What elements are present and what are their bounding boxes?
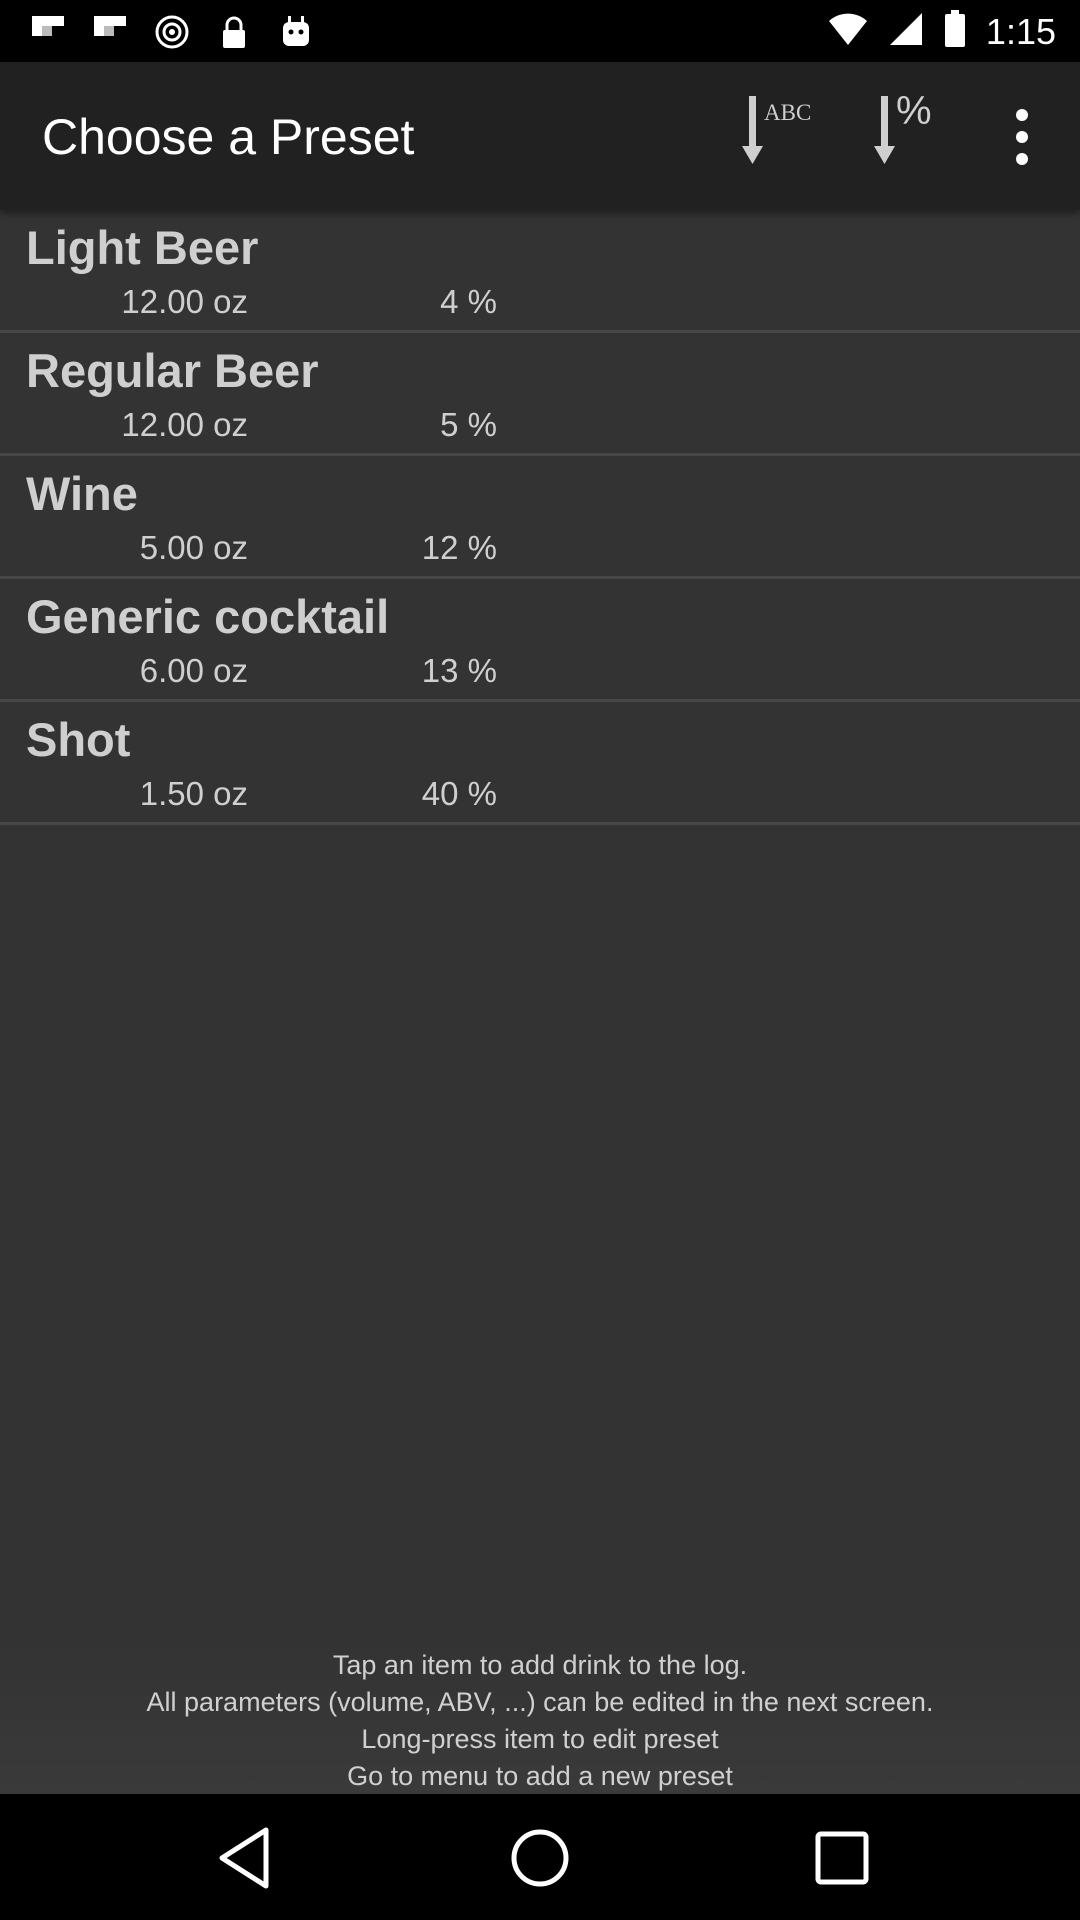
sort-down-icon: % <box>874 89 932 164</box>
android-icon <box>276 12 316 52</box>
preset-volume: 12.00 oz <box>121 406 248 443</box>
lock-icon <box>214 12 254 52</box>
system-icons: 1:15 <box>828 10 1056 53</box>
overflow-menu-button[interactable] <box>990 102 1050 172</box>
preset-abv: 5 % <box>440 406 497 443</box>
screen: 1:15 Choose a Preset ABC % Light Beer 12… <box>0 0 1080 1920</box>
preset-name: Wine <box>26 467 138 520</box>
sort-alphabetical-button[interactable]: ABC <box>742 92 832 182</box>
preset-list: Light Beer 12.00 oz 4 % Regular Beer 12.… <box>0 210 1080 825</box>
app-toolbar: Choose a Preset ABC % <box>0 62 1080 210</box>
preset-abv: 12 % <box>421 529 497 566</box>
help-line: Long-press item to edit preset <box>361 1724 719 1754</box>
navigation-bar <box>0 1794 1080 1920</box>
sort-abc-label: ABC <box>764 100 811 125</box>
more-vert-icon <box>1016 109 1028 165</box>
preset-item-regular-beer[interactable]: Regular Beer 12.00 oz 5 % <box>0 333 1080 456</box>
preset-volume: 5.00 oz <box>139 529 248 566</box>
help-text: Tap an item to add drink to the log. All… <box>0 1642 1080 1794</box>
wifi-icon <box>828 11 868 52</box>
preset-volume: 6.00 oz <box>139 652 248 689</box>
page-title: Choose a Preset <box>42 109 415 165</box>
preset-name: Shot <box>26 713 131 766</box>
sort-down-icon: ABC <box>742 96 811 164</box>
recents-icon <box>815 1831 869 1885</box>
preset-name: Generic cocktail <box>26 590 390 643</box>
back-icon <box>219 1827 269 1889</box>
help-line: All parameters (volume, ABV, ...) can be… <box>146 1687 934 1717</box>
preset-name: Light Beer <box>26 221 259 274</box>
sort-percent-button[interactable]: % <box>874 89 964 182</box>
notification-icons <box>28 12 316 52</box>
preset-volume: 12.00 oz <box>121 283 248 320</box>
preset-item-wine[interactable]: Wine 5.00 oz 12 % <box>0 456 1080 579</box>
sort-pct-label: % <box>896 92 932 133</box>
preset-item-light-beer[interactable]: Light Beer 12.00 oz 4 % <box>0 210 1080 333</box>
back-button[interactable] <box>210 1822 282 1894</box>
preset-abv: 4 % <box>440 283 497 320</box>
preset-volume: 1.50 oz <box>139 775 248 812</box>
home-icon <box>511 1829 569 1887</box>
preset-item-generic-cocktail[interactable]: Generic cocktail 6.00 oz 13 % <box>0 579 1080 702</box>
help-line: Go to menu to add a new preset <box>347 1761 733 1791</box>
flipboard-icon <box>28 12 68 52</box>
battery-icon <box>944 10 966 53</box>
status-bar: 1:15 <box>0 0 1080 62</box>
recents-button[interactable] <box>806 1822 878 1894</box>
preset-name: Regular Beer <box>26 344 319 397</box>
preset-abv: 40 % <box>421 775 497 812</box>
signal-icon <box>888 11 924 52</box>
flipboard-icon <box>90 12 130 52</box>
preset-item-shot[interactable]: Shot 1.50 oz 40 % <box>0 702 1080 825</box>
home-button[interactable] <box>504 1822 576 1894</box>
preset-abv: 13 % <box>421 652 497 689</box>
status-time: 1:15 <box>985 10 1056 52</box>
help-line: Tap an item to add drink to the log. <box>332 1650 748 1680</box>
cast-icon <box>152 12 192 52</box>
